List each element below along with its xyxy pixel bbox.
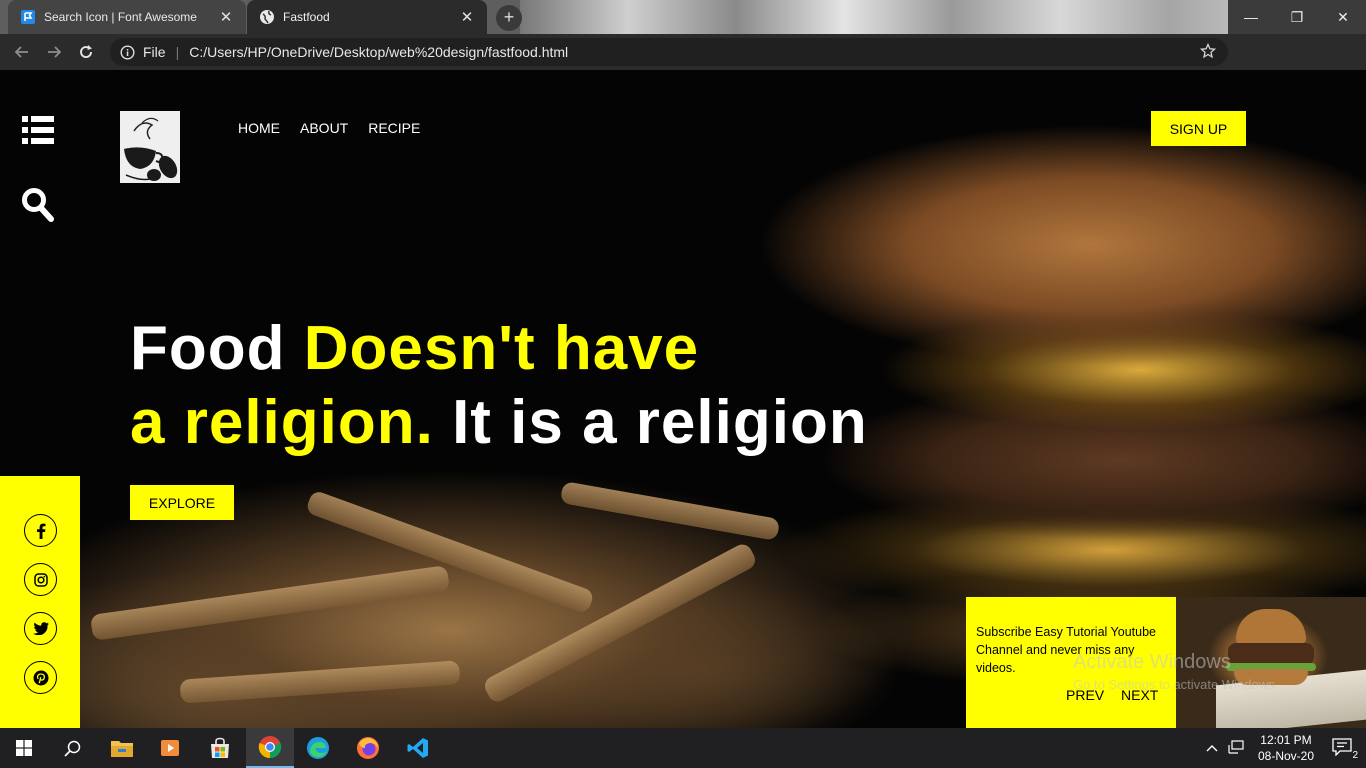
system-tray: 12:01 PM 08-Nov-20 2: [1206, 728, 1366, 768]
twitter-icon[interactable]: [24, 612, 57, 645]
facebook-icon[interactable]: [24, 514, 57, 547]
burger-bun-top: [1236, 609, 1306, 644]
nav-about-link[interactable]: ABOUT: [300, 120, 348, 136]
firefox-icon[interactable]: [344, 728, 392, 768]
minimize-button[interactable]: —: [1228, 0, 1274, 34]
nav-home-link[interactable]: HOME: [238, 120, 280, 136]
font-awesome-flag-icon: [20, 9, 36, 25]
headline-white-text: Food: [130, 314, 304, 383]
clock-date: 08-Nov-20: [1257, 749, 1314, 763]
microsoft-store-icon[interactable]: [196, 728, 244, 768]
back-arrow-icon: [14, 46, 28, 58]
explore-button[interactable]: EXPLORE: [130, 485, 234, 520]
tab-title: Fastfood: [283, 10, 330, 24]
tab-title: Search Icon | Font Awesome: [44, 10, 197, 24]
back-button[interactable]: [6, 36, 38, 68]
headline-white-text: It is a religion: [433, 388, 868, 457]
forward-arrow-icon: [48, 46, 62, 58]
pinterest-icon[interactable]: [24, 661, 57, 694]
menu-list-icon[interactable]: [22, 116, 54, 149]
address-bar[interactable]: File | C:/Users/HP/OneDrive/Desktop/web%…: [110, 38, 1228, 66]
taskbar-search-icon[interactable]: [48, 728, 96, 768]
file-explorer-icon[interactable]: [98, 728, 146, 768]
background-fries: [559, 481, 781, 541]
hero-headline: Food Doesn't have a religion. It is a re…: [130, 312, 868, 460]
tab-font-awesome[interactable]: Search Icon | Font Awesome ✕: [8, 0, 246, 34]
tray-chevron-up-icon[interactable]: [1206, 741, 1218, 755]
instagram-icon[interactable]: [24, 563, 57, 596]
tab-close-icon[interactable]: ✕: [459, 8, 475, 26]
window-controls: — ❐ ✕: [1228, 0, 1366, 34]
tab-fastfood[interactable]: Fastfood ✕: [247, 0, 487, 34]
browser-theme-art: [520, 0, 1240, 34]
search-icon[interactable]: [22, 188, 54, 227]
site-logo[interactable]: [120, 111, 180, 183]
reload-icon: [80, 45, 92, 58]
activate-windows-subtitle: Go to Settings to activate Windows.: [1073, 677, 1279, 692]
media-player-icon[interactable]: [146, 728, 194, 768]
edge-icon[interactable]: [294, 728, 342, 768]
new-tab-button[interactable]: +: [496, 5, 522, 31]
network-icon[interactable]: [1228, 739, 1244, 757]
background-fries: [89, 565, 451, 641]
chrome-icon[interactable]: [246, 728, 294, 768]
tab-close-icon[interactable]: ✕: [218, 8, 234, 26]
nav-recipe-link[interactable]: RECIPE: [368, 120, 420, 136]
headline-line-2: a religion. It is a religion: [130, 386, 868, 460]
forward-button[interactable]: [38, 36, 70, 68]
vscode-icon[interactable]: [394, 728, 442, 768]
windows-taskbar: 12:01 PM 08-Nov-20 2: [0, 728, 1366, 768]
burger-patty: [1228, 643, 1314, 665]
headline-line-1: Food Doesn't have: [130, 312, 868, 386]
main-nav: HOME ABOUT RECIPE: [238, 120, 420, 136]
close-window-button[interactable]: ✕: [1320, 0, 1366, 34]
system-clock[interactable]: 12:01 PM 08-Nov-20: [1258, 732, 1314, 764]
address-separator: |: [175, 44, 180, 60]
maximize-button[interactable]: ❐: [1274, 0, 1320, 34]
notification-center-icon[interactable]: 2: [1332, 737, 1358, 761]
headline-yellow-text: Doesn't have: [303, 314, 700, 383]
bookmark-star-icon[interactable]: [1199, 42, 1217, 62]
reload-button[interactable]: [70, 36, 102, 68]
activate-windows-title: Activate Windows: [1073, 651, 1231, 673]
clock-time: 12:01 PM: [1260, 733, 1312, 747]
globe-icon: [259, 9, 275, 25]
windows-start-icon[interactable]: [0, 728, 48, 768]
browser-tab-strip: Search Icon | Font Awesome ✕ Fastfood ✕ …: [0, 0, 1366, 34]
fastfood-page: HOME ABOUT RECIPE SIGN UP Food Doesn't h…: [0, 70, 1366, 728]
headline-yellow-text: a religion.: [130, 388, 434, 457]
scheme-label: File: [143, 44, 166, 60]
social-sidebar: [0, 476, 80, 728]
background-fries: [179, 660, 461, 704]
notification-count-badge: 2: [1352, 749, 1358, 761]
url-text[interactable]: C:/Users/HP/OneDrive/Desktop/web%20desig…: [189, 44, 568, 60]
browser-toolbar: File | C:/Users/HP/OneDrive/Desktop/web%…: [0, 34, 1366, 96]
signup-button[interactable]: SIGN UP: [1151, 111, 1246, 146]
info-icon[interactable]: [120, 44, 135, 60]
